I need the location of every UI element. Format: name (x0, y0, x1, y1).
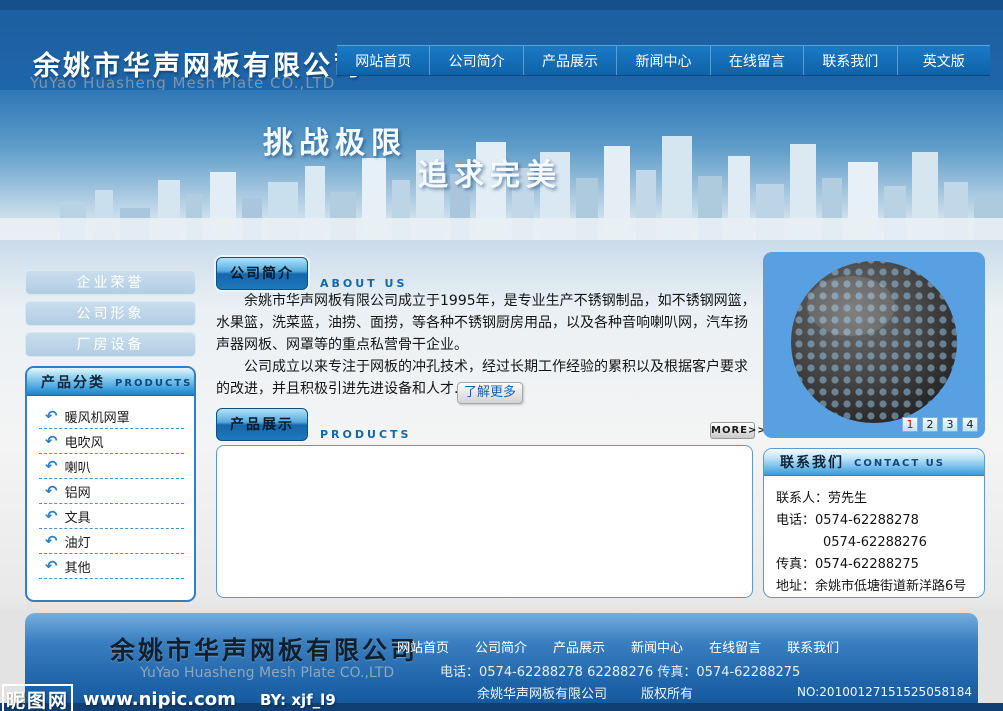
curved-arrow-icon: ↶ (45, 484, 58, 499)
footer-nav-home[interactable]: 网站首页 (397, 637, 449, 656)
footer-nav-news[interactable]: 新闻中心 (631, 637, 683, 656)
product-category-panel: 产品分类 PRODUCTS ↶ 暖风机网罩 ↶ 电吹风 ↶ 喇叭 ↶ (25, 366, 196, 602)
footer-copyright: 余姚华声网板有限公司 版权所有 (477, 683, 693, 702)
category-item-speaker[interactable]: ↶ 喇叭 (39, 454, 184, 479)
contact-title: 联系我们 (780, 452, 844, 472)
sidebar-item-honor[interactable]: 企业荣誉 (25, 270, 196, 295)
watermark: 昵图网 www.nipic.com BY: xjf_l9 (2, 684, 336, 711)
nav-item-message[interactable]: 在线留言 (710, 46, 803, 75)
about-tab-subtitle: ABOUT US (320, 277, 407, 290)
products-display-panel (216, 445, 753, 598)
contact-person: 联系人：劳先生 (776, 488, 984, 510)
product-image-slider: 1 2 3 4 (763, 252, 985, 438)
footer-serial-number: NO:20100127151525058184 (797, 685, 972, 699)
nav-item-contact[interactable]: 联系我们 (803, 46, 896, 75)
sidebar-item-image[interactable]: 公司形象 (25, 301, 196, 326)
watermark-url: www.nipic.com (83, 689, 236, 710)
watermark-logo: 昵图网 (2, 684, 73, 711)
contact-fax: 传真：0574-62288275 (776, 554, 984, 576)
main-nav: 网站首页 公司简介 产品展示 新闻中心 在线留言 联系我们 英文版 (337, 45, 990, 76)
top-bar (0, 0, 1003, 10)
nav-item-news[interactable]: 新闻中心 (616, 46, 709, 75)
category-item-aluminum-mesh[interactable]: ↶ 铝网 (39, 479, 184, 504)
banner-slogan-1: 挑战极限 (263, 118, 407, 162)
main-content: 企业荣誉 公司形象 厂房设备 产品分类 PRODUCTS ↶ 暖风机网罩 ↶ 电… (0, 240, 1003, 613)
nav-item-products[interactable]: 产品展示 (523, 46, 616, 75)
learn-more-button[interactable]: 了解更多 (457, 382, 523, 404)
category-item-hairdryer[interactable]: ↶ 电吹风 (39, 429, 184, 454)
category-label: 电吹风 (65, 432, 104, 451)
products-more-button[interactable]: MORE>> (710, 422, 755, 439)
contact-panel-header: 联系我们 CONTACT US (764, 449, 984, 476)
category-item-other[interactable]: ↶ 其他 (39, 554, 184, 579)
nav-item-about[interactable]: 公司简介 (429, 46, 522, 75)
contact-phone-1: 电话：0574-62288278 (776, 510, 984, 532)
footer-company-name: 余姚市华声网板有限公司 (110, 631, 418, 667)
footer-phone-line: 电话：0574-62288278 62288276 传真：0574-622882… (440, 661, 800, 680)
footer-nav: 网站首页 公司简介 产品展示 新闻中心 在线留言 联系我们 (397, 637, 839, 656)
products-tab-button[interactable]: 产品展示 (216, 408, 308, 441)
contact-info: 联系人：劳先生 电话：0574-62288278 0574-62288276 传… (764, 476, 984, 598)
footer-nav-contact[interactable]: 联系我们 (787, 637, 839, 656)
category-item-stationery[interactable]: ↶ 文具 (39, 504, 184, 529)
slider-page-3[interactable]: 3 (942, 417, 958, 432)
products-tab-subtitle: PRODUCTS (320, 428, 411, 441)
intro-paragraph-1: 余姚市华声网板有限公司成立于1995年，是专业生产不锈钢制品，如不锈钢网篮，水果… (216, 290, 756, 356)
sidebar-item-factory[interactable]: 厂房设备 (25, 332, 196, 357)
contact-panel: 联系我们 CONTACT US 联系人：劳先生 电话：0574-62288278… (763, 448, 985, 598)
category-item-oil-lamp[interactable]: ↶ 油灯 (39, 529, 184, 554)
contact-phone-2: 0574-62288276 (776, 532, 984, 554)
curved-arrow-icon: ↶ (45, 409, 58, 424)
contact-address: 地址：余姚市低塘街道新洋路6号 (776, 576, 984, 598)
mesh-dome-product-image (781, 254, 967, 426)
category-label: 油灯 (65, 532, 91, 551)
curved-arrow-icon: ↶ (45, 509, 58, 524)
nav-item-home[interactable]: 网站首页 (337, 46, 429, 75)
product-category-subtitle: PRODUCTS (115, 378, 192, 389)
curved-arrow-icon: ↶ (45, 559, 58, 574)
slider-page-2[interactable]: 2 (922, 417, 938, 432)
footer-copyright-company: 余姚华声网板有限公司 (477, 683, 607, 702)
curved-arrow-icon: ↶ (45, 459, 58, 474)
products-section-header: 产品展示 PRODUCTS (216, 408, 411, 441)
about-section-header: 公司简介 ABOUT US (216, 257, 407, 290)
page: 余姚市华声网板有限公司 YuYao Huasheng Mesh Plate CO… (0, 0, 1003, 711)
banner: 挑战极限 追求完美 (0, 90, 1003, 240)
slider-page-1[interactable]: 1 (902, 417, 918, 432)
category-label: 喇叭 (65, 457, 91, 476)
banner-slogan-2: 追求完美 (418, 150, 562, 194)
category-label: 文具 (65, 507, 91, 526)
watermark-author: BY: xjf_l9 (260, 691, 336, 709)
slider-page-4[interactable]: 4 (962, 417, 978, 432)
category-item-heater-mesh[interactable]: ↶ 暖风机网罩 (39, 404, 184, 429)
category-label: 铝网 (65, 482, 91, 501)
curved-arrow-icon: ↶ (45, 434, 58, 449)
footer-nav-about[interactable]: 公司简介 (475, 637, 527, 656)
product-category-title: 产品分类 (41, 372, 105, 392)
product-category-list: ↶ 暖风机网罩 ↶ 电吹风 ↶ 喇叭 ↶ 铝网 ↶ 文具 (27, 396, 194, 579)
curved-arrow-icon: ↶ (45, 534, 58, 549)
about-tab-button[interactable]: 公司简介 (216, 257, 308, 290)
footer-nav-products[interactable]: 产品展示 (553, 637, 605, 656)
contact-subtitle: CONTACT US (854, 458, 945, 469)
nav-item-english[interactable]: 英文版 (897, 46, 990, 75)
footer-copyright-text: 版权所有 (641, 683, 693, 702)
category-label: 暖风机网罩 (65, 407, 130, 426)
footer-nav-message[interactable]: 在线留言 (709, 637, 761, 656)
product-category-header: 产品分类 PRODUCTS (27, 368, 194, 396)
slider-pagination: 1 2 3 4 (902, 417, 978, 432)
footer-company-name-en: YuYao Huasheng Mesh Plate CO.,LTD (140, 665, 394, 681)
header: 余姚市华声网板有限公司 YuYao Huasheng Mesh Plate CO… (0, 10, 1003, 90)
category-label: 其他 (65, 557, 91, 576)
